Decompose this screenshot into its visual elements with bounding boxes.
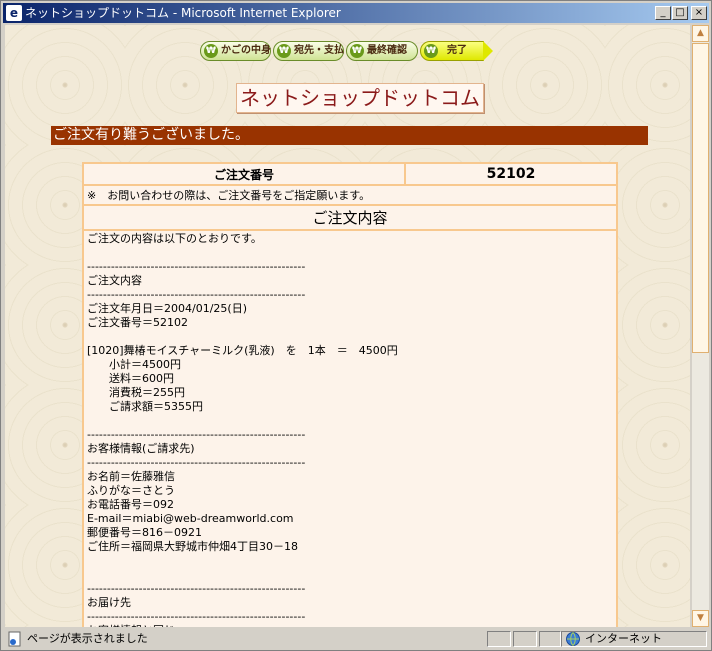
step-arrow [483, 41, 493, 61]
title-bar: e ネットショップドットコム - Microsoft Internet Expl… [3, 3, 709, 23]
order-content-line: お客様情報と同じ [87, 624, 613, 627]
status-bar: ページが表示されました インターネット [3, 629, 709, 649]
ie-icon: e [6, 5, 22, 21]
order-content-line: ----------------------------------------… [87, 428, 306, 441]
globe-icon [566, 632, 580, 646]
order-content-line: ご注文の内容は以下のとおりです。 [87, 232, 262, 245]
order-content-line: 消費税＝255円 [87, 386, 185, 399]
order-note: ※ お問い合わせの際は、ご注文番号をご指定願います。 [82, 184, 618, 206]
order-content-line [87, 554, 613, 568]
scroll-down-arrow-icon[interactable]: ▼ [692, 610, 709, 627]
order-content-line: ご注文年月日＝2004/01/25(日) [87, 302, 247, 315]
cart-icon: ₩ [350, 44, 364, 58]
close-button[interactable]: × [691, 6, 707, 20]
step-address-payment-label: 宛先・支払 [294, 45, 344, 56]
order-content-line: お名前＝佐藤雅信 [87, 470, 175, 483]
browser-window: e ネットショップドットコム - Microsoft Internet Expl… [0, 0, 712, 651]
window-title: ネットショップドットコム - Microsoft Internet Explor… [25, 6, 341, 20]
order-content-lines: ご注文の内容は以下のとおりです。 ------------------------… [87, 232, 613, 627]
cart-icon: ₩ [424, 44, 438, 58]
order-number-label: ご注文番号 [82, 162, 406, 186]
order-content-line [87, 246, 613, 260]
order-content-line: ----------------------------------------… [87, 288, 306, 301]
order-content-line: ご住所＝福岡県大野城市仲畑4丁目30－18 [87, 540, 298, 553]
order-content-line: お届け先 [87, 596, 131, 609]
order-content-line: [1020]舞椿モイスチャーミルク(乳液) を 1本 ＝ 4500円 [87, 344, 398, 357]
page-viewport: ₩ かごの中身 ₩ 宛先・支払 ₩ 最終確認 ₩ 完了 ネットショップドットコム ご注文… [5, 25, 690, 627]
order-content-line: ----------------------------------------… [87, 456, 306, 469]
order-content-line: 郵便番号＝816－0921 [87, 526, 202, 539]
order-content-line [87, 330, 613, 344]
step-confirm[interactable]: ₩ 最終確認 [346, 41, 418, 61]
thank-you-banner: ご注文有り難うございました。 [51, 126, 648, 145]
step-cart[interactable]: ₩ かごの中身 [200, 41, 271, 61]
order-content-line: ----------------------------------------… [87, 582, 306, 595]
order-table: ご注文番号 52102 ※ お問い合わせの際は、ご注文番号をご指定願います。 ご… [82, 162, 618, 627]
step-confirm-label: 最終確認 [367, 45, 407, 56]
order-content-line: ----------------------------------------… [87, 610, 306, 623]
order-content-line: ご注文番号＝52102 [87, 316, 188, 329]
shop-title: ネットショップドットコム [236, 83, 484, 113]
order-content-line: 送料＝600円 [87, 372, 174, 385]
page-icon [8, 631, 21, 647]
order-content-line: お客様情報(ご請求先) [87, 442, 195, 455]
cart-icon: ₩ [204, 44, 218, 58]
security-zone: インターネット [585, 632, 662, 645]
order-content-line: ご注文内容 [87, 274, 142, 287]
order-content-line: ----------------------------------------… [87, 260, 306, 273]
order-content-line [87, 568, 613, 582]
maximize-button[interactable]: □ [672, 6, 688, 20]
status-cell [539, 631, 561, 647]
step-complete-label: 完了 [447, 45, 467, 56]
order-content-line [87, 414, 613, 428]
status-message: ページが表示されました [27, 632, 148, 645]
minimize-button[interactable]: _ [655, 6, 671, 20]
order-content-line: お電話番号＝092 [87, 498, 174, 511]
scroll-up-arrow-icon[interactable]: ▲ [692, 25, 709, 42]
step-address-payment[interactable]: ₩ 宛先・支払 [273, 41, 344, 61]
order-number-value: 52102 [404, 162, 618, 186]
scroll-thumb[interactable] [692, 43, 709, 353]
order-content-body: ご注文の内容は以下のとおりです。 ------------------------… [82, 229, 618, 627]
cart-icon: ₩ [277, 44, 291, 58]
order-content-line: 小計＝4500円 [87, 358, 181, 371]
status-cell [513, 631, 537, 647]
order-content-line: ふりがな＝さとう [87, 484, 175, 497]
step-cart-label: かごの中身 [221, 45, 271, 56]
vertical-scrollbar[interactable]: ▲ ▼ [691, 25, 709, 627]
order-content-title: ご注文内容 [82, 204, 618, 231]
status-cell [487, 631, 511, 647]
step-complete: ₩ 完了 [420, 41, 493, 61]
order-content-line: E-mail＝miabi@web-dreamworld.com [87, 512, 294, 525]
order-content-line: ご請求額＝5355円 [87, 400, 203, 413]
